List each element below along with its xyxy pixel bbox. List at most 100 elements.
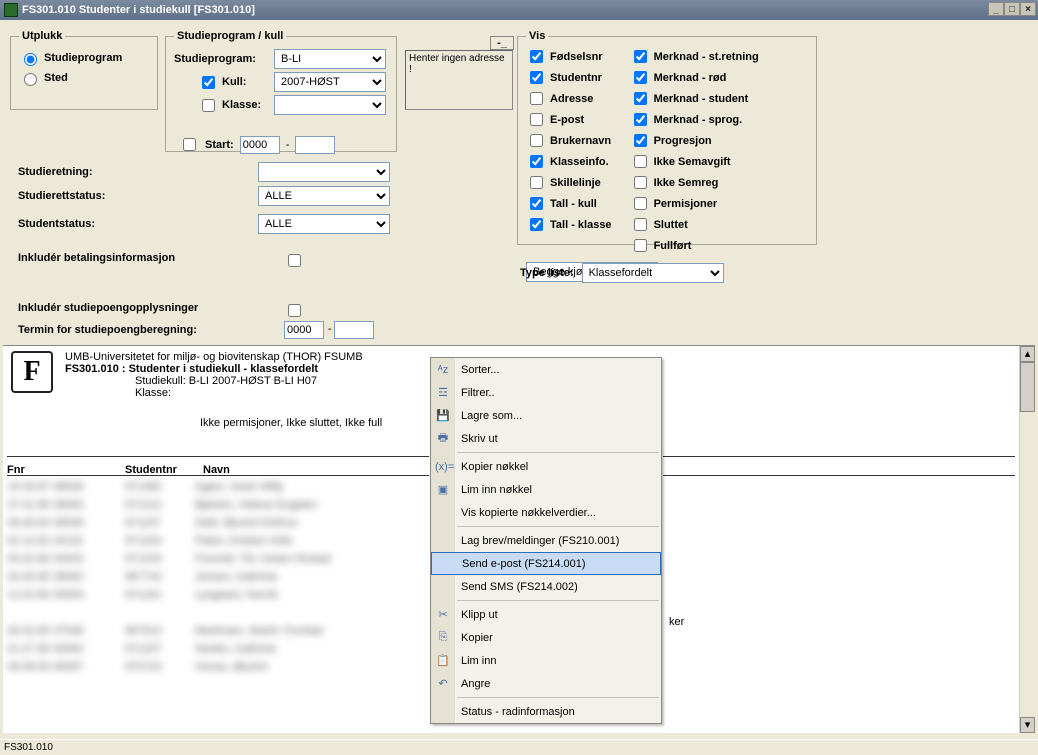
vis-chk-left-0[interactable] xyxy=(530,50,543,63)
menu-kopier-nokkel[interactable]: (x)=Kopier nøkkel xyxy=(431,455,661,478)
vis-chk-left-4[interactable] xyxy=(530,134,543,147)
termin-year[interactable] xyxy=(284,321,324,339)
report-title: FS301.010 : Studenter i studiekull - kla… xyxy=(65,363,382,375)
scroll-thumb[interactable] xyxy=(1020,362,1035,412)
table-row[interactable]: 26.02.85 37548967913Martinsen, Martin Tr… xyxy=(7,625,331,643)
title-bar: FS301.010 Studenter i studiekull [FS301.… xyxy=(0,0,1038,20)
start-row: Start: - xyxy=(179,135,335,154)
vis-chk-left-7[interactable] xyxy=(530,197,543,210)
studentstatus-select[interactable]: ALLE xyxy=(258,214,390,234)
vis-lbl-right-0: Merknad - st.retning xyxy=(654,51,759,63)
scroll-up-icon[interactable]: ▴ xyxy=(1020,346,1035,362)
copy-icon: ⎘ xyxy=(435,631,451,644)
vis-lbl-left-5: Klasseinfo. xyxy=(550,156,609,168)
vis-lbl-left-2: Adresse xyxy=(550,93,593,105)
menu-vis-nokkel[interactable]: Vis kopierte nøkkelverdier... xyxy=(431,501,661,524)
vis-lbl-left-6: Skillelinje xyxy=(550,177,601,189)
msgbox-tab[interactable]: -_ xyxy=(490,36,514,50)
start-label: Start: xyxy=(205,139,234,151)
minimize-button[interactable]: _ xyxy=(988,2,1004,16)
status-bar: FS301.010 xyxy=(0,739,1038,755)
utplukk-legend: Utplukk xyxy=(19,30,65,42)
vis-lbl-left-8: Tall - klasse xyxy=(550,219,612,231)
table-row[interactable]: 12.02.80 30929971201Lysgaard, Henrik xyxy=(7,589,331,607)
vis-chk-right-4[interactable] xyxy=(634,134,647,147)
chk-klasse[interactable] xyxy=(202,99,215,112)
dash: - xyxy=(286,139,290,151)
menu-skrivut[interactable]: 🖶Skriv ut xyxy=(431,427,661,450)
vis-lbl-left-0: Fødselsnr xyxy=(550,51,603,63)
vis-chk-left-5[interactable] xyxy=(530,155,543,168)
studierett-select[interactable]: ALLE xyxy=(258,186,390,206)
chk-betaling[interactable] xyxy=(288,254,301,267)
vis-lbl-right-1: Merknad - rød xyxy=(654,72,727,84)
menu-status[interactable]: Status - radinformasjon xyxy=(431,700,661,723)
context-menu: ᴬzSorter... ☲Filtrer.. 💾Lagre som... 🖶Sk… xyxy=(430,357,662,724)
lbl-betaling: Inkludér betalingsinformasjon xyxy=(18,252,175,264)
start-year[interactable] xyxy=(240,136,280,154)
menu-kopier[interactable]: ⎘Kopier xyxy=(431,626,661,649)
address-msgbox: Henter ingen adresse ! xyxy=(405,50,513,110)
menu-liminn-nokkel[interactable]: ▣Lim inn nøkkel xyxy=(431,478,661,501)
table-row[interactable]: 03.02.86 34543971204Fosvold, Tim Josten … xyxy=(7,553,331,571)
chk-studiepoeng[interactable] xyxy=(288,304,301,317)
utplukk-group: Utplukk Studieprogram Sted xyxy=(10,30,158,110)
vis-chk-left-8[interactable] xyxy=(530,218,543,231)
radio-studieprogram[interactable] xyxy=(24,53,37,66)
save-icon: 💾 xyxy=(435,409,451,422)
close-button[interactable]: × xyxy=(1020,2,1036,16)
termin-term[interactable] xyxy=(334,321,374,339)
studieretning-select[interactable] xyxy=(258,162,390,182)
kull-select[interactable]: 2007-HØST xyxy=(274,72,386,92)
menu-sorter[interactable]: ᴬzSorter... xyxy=(431,358,661,381)
chk-start[interactable] xyxy=(183,138,196,151)
menu-lagresom[interactable]: 💾Lagre som... xyxy=(431,404,661,427)
vis-chk-right-9[interactable] xyxy=(634,239,647,252)
vis-chk-right-5[interactable] xyxy=(634,155,647,168)
table-row[interactable]: 09.06.84 36508971197Dahl, Øyvind Kirkhus xyxy=(7,517,331,535)
menu-klipput[interactable]: ✂Klipp ut xyxy=(431,603,661,626)
vis-chk-right-8[interactable] xyxy=(634,218,647,231)
menu-filtrer[interactable]: ☲Filtrer.. xyxy=(431,381,661,404)
scroll-down-icon[interactable]: ▾ xyxy=(1020,717,1035,733)
lbl-studentstatus: Studentstatus: xyxy=(18,218,95,230)
table-row[interactable]: 15.09.87 48528971382Agten, Svein Willy xyxy=(7,481,331,499)
menu-send-epost[interactable]: Send e-post (FS214.001) xyxy=(431,552,661,575)
klasse-select[interactable] xyxy=(274,95,386,115)
menu-angre[interactable]: ↶Angre xyxy=(431,672,661,695)
sp-select[interactable]: B-LI xyxy=(274,49,386,69)
vis-lbl-right-6: Ikke Semreg xyxy=(654,177,719,189)
menu-send-sms[interactable]: Send SMS (FS214.002) xyxy=(431,575,661,598)
vis-chk-right-0[interactable] xyxy=(634,50,647,63)
studieprogram-group: Studieprogram / kull Studieprogram: B-LI… xyxy=(165,30,397,152)
lbl-termin: Termin for studiepoengberegning: xyxy=(18,324,197,336)
maximize-button[interactable]: □ xyxy=(1004,2,1020,16)
chk-kull[interactable] xyxy=(202,76,215,89)
vis-chk-left-1[interactable] xyxy=(530,71,543,84)
vis-chk-left-3[interactable] xyxy=(530,113,543,126)
radio-studieprogram-label: Studieprogram xyxy=(44,52,122,64)
vis-chk-left-6[interactable] xyxy=(530,176,543,189)
menu-liminn[interactable]: 📋Lim inn xyxy=(431,649,661,672)
vis-chk-left-2[interactable] xyxy=(530,92,543,105)
table-row[interactable]: 27.01.85 39093971212Bjørken, Helene Enge… xyxy=(7,499,331,517)
vis-chk-right-1[interactable] xyxy=(634,71,647,84)
vis-lbl-right-4: Progresjon xyxy=(654,135,712,147)
vis-lbl-right-5: Ikke Semavgift xyxy=(654,156,731,168)
table-row[interactable]: 06.08.83 36397970723Osnes, Øyvind xyxy=(7,661,331,679)
radio-sted[interactable] xyxy=(24,73,37,86)
table-row[interactable]: 03.05.85 38092967744Jensen, Kathrine xyxy=(7,571,331,589)
vis-chk-right-3[interactable] xyxy=(634,113,647,126)
typeliste-select[interactable]: Klassefordelt xyxy=(582,263,724,283)
sp-legend: Studieprogram / kull xyxy=(174,30,286,42)
menu-lagbrev[interactable]: Lag brev/meldinger (FS210.001) xyxy=(431,529,661,552)
vis-chk-right-6[interactable] xyxy=(634,176,647,189)
lbl-studieretning: Studieretning: xyxy=(18,166,93,178)
key-paste-icon: ▣ xyxy=(435,483,451,496)
start-term[interactable] xyxy=(295,136,335,154)
vis-chk-right-2[interactable] xyxy=(634,92,647,105)
table-row[interactable]: 01.07.85 45464971207Neslen, Kathrine xyxy=(7,643,331,661)
table-row[interactable]: 02.12.82 44118971200Flatre, Kristian Hof… xyxy=(7,535,331,553)
scrollbar[interactable]: ▴ ▾ xyxy=(1019,346,1035,733)
vis-chk-right-7[interactable] xyxy=(634,197,647,210)
